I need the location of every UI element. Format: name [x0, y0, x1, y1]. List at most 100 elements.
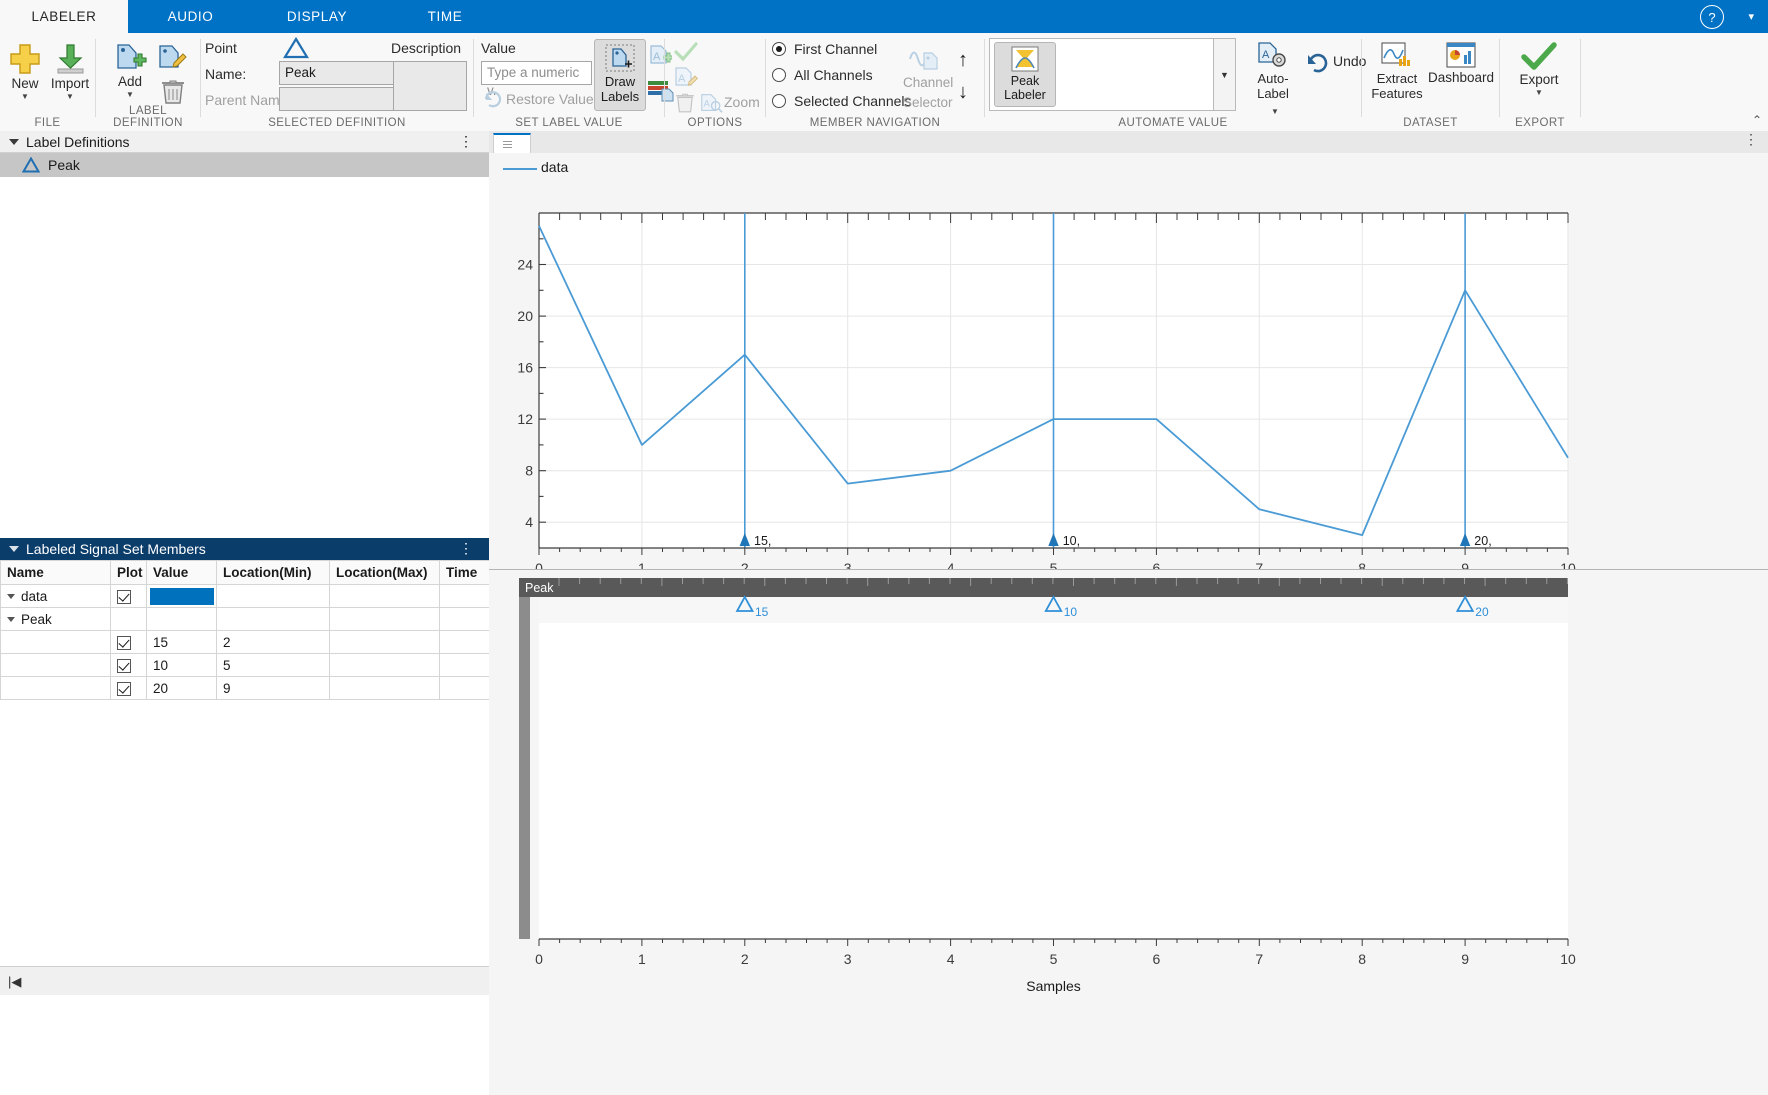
- column-header-value[interactable]: Value: [146, 560, 217, 585]
- description-input[interactable]: [393, 61, 467, 111]
- row-value-cell[interactable]: 15: [146, 630, 217, 654]
- column-header-name[interactable]: Name: [0, 560, 111, 585]
- import-dropdown-arrow-icon[interactable]: ▼: [46, 92, 94, 101]
- row-plot-cell[interactable]: [110, 630, 147, 654]
- row-plot-cell[interactable]: [110, 676, 147, 700]
- ribbon-group-set-label-value-label: SET LABEL VALUE: [515, 117, 623, 129]
- tab-audio[interactable]: AUDIO: [128, 0, 253, 33]
- plot-more-options-icon[interactable]: ⋮: [1744, 132, 1758, 146]
- undo-icon[interactable]: [1305, 51, 1331, 73]
- row-location-max-cell[interactable]: [329, 676, 440, 700]
- row-expander-icon[interactable]: [7, 594, 15, 600]
- auto-label-label-line2: Label: [1257, 86, 1289, 101]
- radio-selected-channels[interactable]: Selected Channels: [772, 93, 912, 109]
- row-location-max-cell[interactable]: [329, 584, 440, 608]
- label-definition-item-peak[interactable]: Peak: [0, 153, 489, 177]
- row-location-min-cell[interactable]: [216, 607, 330, 631]
- value-input[interactable]: Type a numeric v.: [481, 61, 592, 98]
- tab-labeler[interactable]: LABELER: [0, 0, 128, 33]
- row-location-min-cell[interactable]: 9: [216, 676, 330, 700]
- row-location-max-cell[interactable]: [329, 607, 440, 631]
- table-row[interactable]: 20 9: [0, 676, 490, 700]
- tab-audio-label: AUDIO: [167, 9, 214, 24]
- column-header-time[interactable]: Time: [439, 560, 490, 585]
- svg-text:3: 3: [844, 951, 852, 967]
- label-track-panel[interactable]: Peak 15 10 20 0 1 2 3 4 5 6 7 8 9 10 Sam…: [489, 569, 1768, 1095]
- export-dropdown-arrow-icon[interactable]: ▼: [1508, 88, 1570, 97]
- import-button[interactable]: Import ▼: [46, 41, 94, 101]
- add-label-definition-button[interactable]: Add ▼: [106, 41, 154, 99]
- automate-value-dropdown[interactable]: ▼: [1214, 38, 1236, 111]
- draw-labels-button[interactable]: Draw Labels: [594, 39, 646, 111]
- triangle-icon: [22, 157, 40, 173]
- peak-labeler-button[interactable]: Peak Labeler: [994, 42, 1056, 107]
- arrow-down-icon[interactable]: ↓: [958, 81, 968, 104]
- row-location-min-cell[interactable]: 5: [216, 653, 330, 677]
- auto-label-button[interactable]: A Auto- Label ▼: [1247, 41, 1299, 118]
- column-header-location-min[interactable]: Location(Min): [216, 560, 330, 585]
- ribbon-group-selected-definition: Point Name: Peak Parent Name: Descriptio…: [201, 33, 473, 131]
- auto-label-dropdown-arrow-icon[interactable]: ▼: [1271, 107, 1279, 116]
- ribbon-group-file: New ▼ Import ▼ FILE: [0, 33, 95, 131]
- label-track-title: Peak: [525, 581, 554, 595]
- radio-all-channels[interactable]: All Channels: [772, 67, 873, 83]
- new-dropdown-arrow-icon[interactable]: ▼: [4, 92, 46, 101]
- help-icon[interactable]: ?: [1700, 5, 1724, 29]
- svg-text:8: 8: [1358, 951, 1366, 967]
- trash-icon[interactable]: [158, 77, 188, 107]
- svg-text:9: 9: [1461, 951, 1469, 967]
- dashboard-button[interactable]: Dashboard: [1424, 41, 1498, 85]
- label-definitions-more-options-icon[interactable]: ⋮: [459, 134, 473, 148]
- add-dropdown-arrow-icon[interactable]: ▼: [106, 90, 154, 99]
- table-row[interactable]: Peak: [0, 607, 490, 631]
- members-collapse-triangle-icon[interactable]: [9, 546, 19, 552]
- collapse-triangle-icon[interactable]: [9, 138, 19, 145]
- row-location-min-cell[interactable]: 2: [216, 630, 330, 654]
- row-value-cell[interactable]: [146, 607, 217, 631]
- peak-labeler-label-line1: Peak: [1010, 74, 1040, 88]
- row-plot-cell[interactable]: [110, 584, 147, 608]
- table-row[interactable]: 15 2: [0, 630, 490, 654]
- column-header-location-max[interactable]: Location(Max): [329, 560, 440, 585]
- peak-marker-label: 15: [755, 605, 769, 619]
- arrow-up-icon[interactable]: ↑: [958, 49, 968, 72]
- svg-text:6: 6: [1153, 951, 1161, 967]
- new-button[interactable]: New ▼: [4, 41, 46, 101]
- row-location-min-cell[interactable]: [216, 584, 330, 608]
- automate-value-listbox[interactable]: Peak Labeler: [989, 38, 1214, 111]
- row-value-cell[interactable]: 10: [146, 653, 217, 677]
- row-value-cell[interactable]: [146, 584, 217, 608]
- row-time-cell[interactable]: [439, 630, 490, 654]
- row-plot-cell[interactable]: [110, 653, 147, 677]
- table-row[interactable]: data: [0, 584, 490, 608]
- column-header-plot[interactable]: Plot: [110, 560, 147, 585]
- row-plot-cell[interactable]: [110, 607, 147, 631]
- parent-name-input[interactable]: [279, 87, 398, 111]
- row-value-cell[interactable]: 20: [146, 676, 217, 700]
- row-location-max-cell[interactable]: [329, 630, 440, 654]
- plot-checkbox[interactable]: [117, 635, 131, 650]
- tab-time[interactable]: TIME: [381, 0, 509, 33]
- export-button[interactable]: Export ▼: [1508, 41, 1570, 97]
- radio-first-channel[interactable]: First Channel: [772, 41, 877, 57]
- row-time-cell[interactable]: [439, 607, 490, 631]
- collapse-ribbon-icon[interactable]: ⌃: [1752, 113, 1762, 127]
- row-time-cell[interactable]: [439, 676, 490, 700]
- plot-checkbox[interactable]: [117, 589, 131, 604]
- svg-text:5: 5: [1050, 951, 1058, 967]
- document-tab[interactable]: [493, 133, 531, 154]
- scroll-to-start-icon[interactable]: |◀: [8, 974, 21, 990]
- extract-features-button[interactable]: Extract Features: [1366, 41, 1428, 101]
- chevron-down-icon[interactable]: ▾: [1748, 10, 1754, 23]
- plot-checkbox[interactable]: [117, 658, 131, 673]
- row-location-max-cell[interactable]: [329, 653, 440, 677]
- tab-display[interactable]: DISPLAY: [253, 0, 381, 33]
- plot-checkbox[interactable]: [117, 681, 131, 696]
- definition-name-input[interactable]: Peak: [279, 61, 398, 85]
- row-time-cell[interactable]: [439, 653, 490, 677]
- members-more-options-icon[interactable]: ⋮: [459, 541, 473, 555]
- row-expander-icon[interactable]: [7, 617, 15, 623]
- table-row[interactable]: 10 5: [0, 653, 490, 677]
- row-time-cell[interactable]: [439, 584, 490, 608]
- tag-edit-icon[interactable]: [156, 43, 190, 73]
